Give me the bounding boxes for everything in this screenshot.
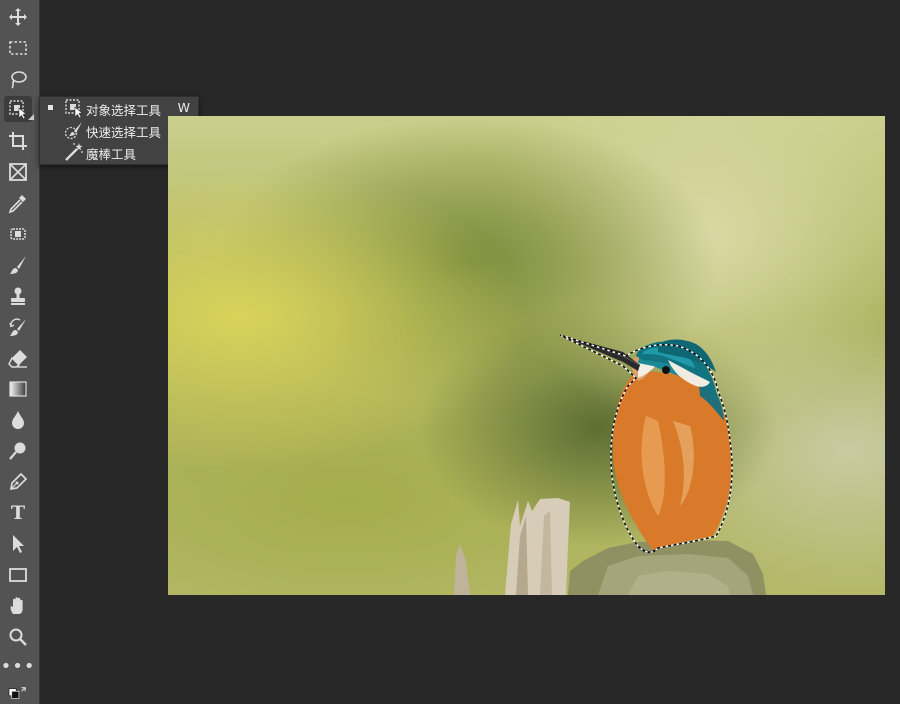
crop-icon [9, 132, 27, 150]
rectangular-marquee-tool-button[interactable] [4, 35, 32, 61]
type-tool-button[interactable]: T [4, 500, 32, 526]
flyout-item-label: 魔棒工具 [86, 147, 137, 162]
history-brush-icon [9, 318, 26, 336]
eyedropper-icon [8, 195, 26, 214]
gradient-tool-button[interactable] [4, 376, 32, 402]
magnifier-icon [9, 628, 27, 646]
bandage-icon [10, 228, 26, 240]
kingfisher-bird [559, 334, 733, 554]
hand-tool-button[interactable] [4, 593, 32, 619]
gradient-icon [9, 381, 27, 397]
move-icon [9, 8, 27, 26]
brush-tool-button[interactable] [4, 252, 32, 278]
zoom-tool-button[interactable] [4, 624, 32, 650]
lasso-icon [11, 71, 27, 89]
water-drop-icon [12, 411, 24, 429]
stamp-icon [11, 287, 25, 305]
flyout-item-label: 对象选择工具 [86, 103, 162, 118]
flyout-item-shortcut: W [177, 100, 190, 115]
rectangle-tool-button[interactable] [4, 562, 32, 588]
magic-wand-icon [65, 143, 83, 161]
lasso-tool-button[interactable] [4, 66, 32, 92]
brush-icon [10, 256, 26, 274]
crop-tool-button[interactable] [4, 128, 32, 154]
tools-panel: T ••• [0, 0, 40, 704]
kingfisher-photo [454, 334, 766, 595]
path-selection-tool-button[interactable] [4, 531, 32, 557]
object-selection-tool-button[interactable] [4, 96, 34, 122]
tool-group-indicator [28, 114, 34, 120]
eraser-icon [8, 350, 27, 368]
frame-icon [9, 163, 27, 181]
flyout-item-label: 快速选择工具 [86, 125, 162, 140]
more-icon: ••• [0, 656, 36, 677]
history-brush-tool-button[interactable] [4, 314, 32, 340]
pen-icon [9, 472, 28, 491]
color-swatches[interactable] [4, 684, 32, 704]
document-canvas[interactable] [168, 116, 885, 595]
frame-tool-button[interactable] [4, 159, 32, 185]
marquee-icon [9, 41, 27, 55]
default-colors-icon [8, 687, 26, 699]
clone-stamp-tool-button[interactable] [4, 283, 32, 309]
edit-toolbar-button[interactable]: ••• [1, 657, 35, 683]
quick-selection-icon [64, 122, 82, 140]
eyedropper-tool-button[interactable] [4, 190, 32, 216]
spot-healing-tool-button[interactable] [4, 221, 32, 247]
eraser-tool-button[interactable] [4, 345, 32, 371]
dodge-tool-button[interactable] [4, 438, 32, 464]
rectangle-icon [9, 568, 27, 582]
blur-tool-button[interactable] [4, 407, 32, 433]
selected-bullet [48, 105, 53, 110]
hand-icon [10, 597, 23, 614]
pen-tool-button[interactable] [4, 469, 32, 495]
object-selection-icon [9, 100, 27, 120]
dodge-icon [9, 442, 26, 460]
path-selection-icon [13, 535, 24, 553]
move-tool-button[interactable] [4, 4, 32, 30]
type-icon: T [10, 501, 26, 524]
object-selection-icon [65, 99, 83, 118]
